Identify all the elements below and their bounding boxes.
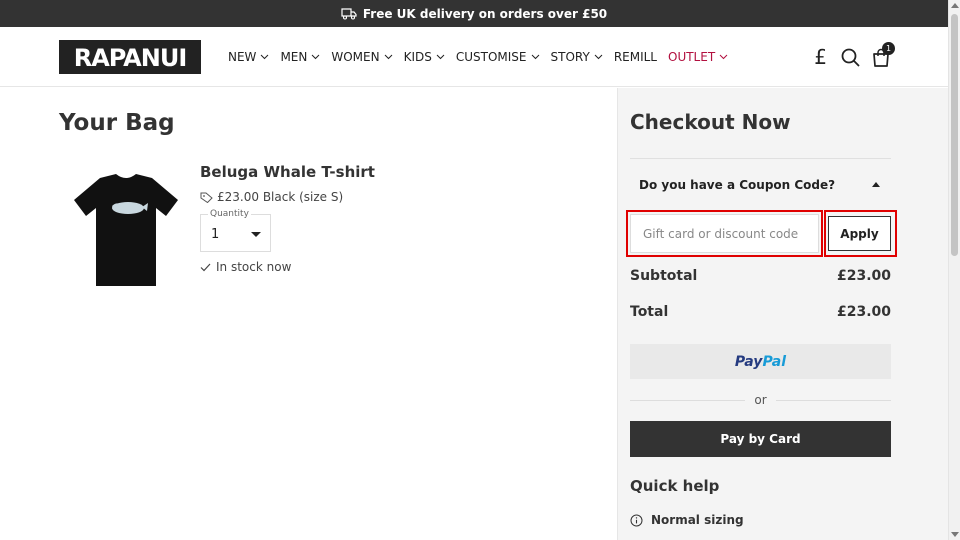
nav-item-new[interactable]: NEW (228, 50, 269, 64)
currency-selector[interactable]: £ (814, 45, 827, 69)
announcement-text: Free UK delivery on orders over £50 (362, 6, 608, 21)
delivery-truck-icon (341, 7, 357, 20)
price-tag-icon (200, 192, 213, 203)
product-variant: Black (size S) (262, 190, 344, 204)
bag-section: Your Bag Beluga Whale T-shirt £23.00 Bla… (0, 88, 617, 540)
info-icon (630, 514, 643, 527)
paypal-pay-text: Pay (734, 353, 763, 370)
stock-status: In stock now (200, 260, 291, 274)
subtotal-value: £23.00 (836, 268, 891, 284)
total-value: £23.00 (836, 304, 891, 320)
quantity-value: 1 (211, 227, 220, 242)
chevron-down-icon (594, 54, 603, 60)
or-separator: or (630, 393, 891, 407)
nav-label: REMILL (613, 50, 657, 64)
divider (776, 400, 891, 401)
nav-item-kids[interactable]: KIDS (404, 50, 445, 64)
check-icon (200, 263, 211, 272)
quantity-label: Quantity (208, 209, 251, 219)
product-name[interactable]: Beluga Whale T-shirt (200, 163, 375, 181)
chevron-down-icon (311, 54, 320, 60)
search-icon[interactable] (841, 48, 860, 67)
header-actions: £ 1 (814, 27, 895, 87)
main-nav: NEW MEN WOMEN KIDS CUSTOMISE STORY REMIL… (228, 27, 739, 87)
chevron-down-icon (260, 54, 269, 60)
nav-label: KIDS (403, 50, 432, 64)
nav-item-women[interactable]: WOMEN (331, 50, 392, 64)
divider (630, 158, 891, 159)
scroll-up-arrow-icon[interactable] (951, 3, 959, 8)
svg-text:RAPANUI: RAPANUI (74, 44, 187, 72)
nav-item-story[interactable]: STORY (551, 50, 603, 64)
paypal-logo: PayPal (735, 354, 786, 370)
subtotal-label: Subtotal (630, 268, 698, 284)
discount-code-input[interactable] (630, 214, 819, 253)
chevron-down-icon (531, 54, 540, 60)
paypal-pal-text: Pal (762, 353, 787, 370)
nav-label: OUTLET (668, 50, 716, 64)
product-price: £23.00 (217, 190, 259, 204)
nav-item-customise[interactable]: CUSTOMISE (456, 50, 540, 64)
caret-down-icon (251, 232, 261, 237)
caret-up-icon[interactable] (872, 182, 880, 187)
quick-help-title: Quick help (630, 477, 720, 495)
checkout-panel: Checkout Now Do you have a Coupon Code? … (617, 88, 948, 540)
nav-item-men[interactable]: MEN (280, 50, 320, 64)
chevron-down-icon (436, 54, 445, 60)
chevron-down-icon (384, 54, 393, 60)
checkout-title: Checkout Now (630, 110, 791, 134)
page-title: Your Bag (59, 110, 175, 136)
nav-label: CUSTOMISE (455, 50, 527, 64)
bag-count-badge: 1 (882, 41, 895, 55)
nav-item-remill[interactable]: REMILL (614, 50, 657, 64)
page-scrollbar[interactable] (948, 0, 960, 540)
site-header: RAPANUI NEW MEN WOMEN KIDS CUSTOMISE STO… (0, 27, 948, 87)
stock-text: In stock now (216, 260, 292, 274)
coupon-toggle[interactable]: Do you have a Coupon Code? (639, 178, 835, 192)
nav-label: WOMEN (331, 50, 380, 64)
rapanui-logo[interactable]: RAPANUI (59, 40, 201, 74)
product-image-beluga-tshirt[interactable] (72, 174, 180, 286)
product-meta: £23.00 Black (size S) (200, 190, 343, 204)
nav-item-outlet[interactable]: OUTLET (668, 50, 728, 64)
nav-label: STORY (550, 50, 590, 64)
nav-label: NEW (228, 50, 257, 64)
subtotal-row: Subtotal £23.00 (630, 268, 891, 284)
apply-button[interactable]: Apply (828, 216, 891, 251)
paypal-button[interactable]: PayPal (630, 344, 891, 379)
quick-help-item[interactable]: Normal sizing (630, 513, 744, 527)
nav-label: MEN (280, 50, 308, 64)
announcement-bar: Free UK delivery on orders over £50 (0, 0, 948, 27)
quick-help-label: Normal sizing (651, 513, 744, 527)
chevron-down-icon (719, 54, 728, 60)
bag-icon[interactable]: 1 (872, 41, 895, 67)
scroll-down-arrow-icon[interactable] (951, 532, 959, 537)
quantity-select[interactable]: Quantity 1 (200, 209, 271, 252)
total-label: Total (630, 304, 669, 320)
pay-by-card-button[interactable]: Pay by Card (630, 421, 891, 457)
total-row: Total £23.00 (630, 304, 891, 320)
scrollbar-thumb[interactable] (951, 14, 958, 256)
